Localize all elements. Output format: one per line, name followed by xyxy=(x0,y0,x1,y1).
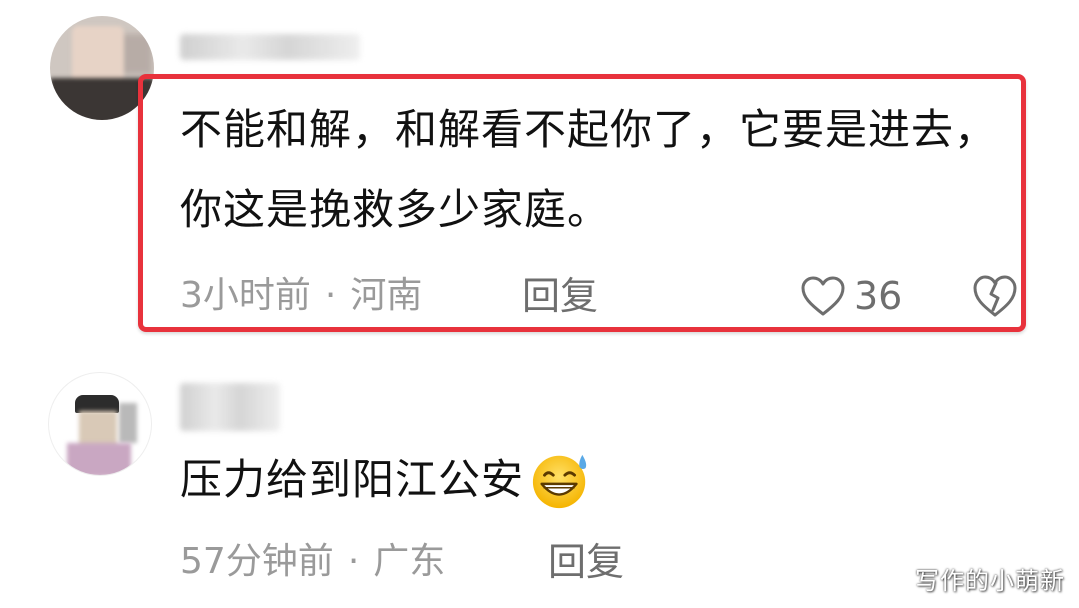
avatar-blur xyxy=(67,443,131,475)
username-blurred[interactable] xyxy=(180,383,280,431)
username-blurred[interactable] xyxy=(180,34,360,60)
reply-button[interactable]: 回复 xyxy=(522,272,598,320)
comment-meta: 3小时前 · 河南 xyxy=(180,272,422,320)
comment-time: 3小时前 xyxy=(180,275,311,316)
avatar[interactable] xyxy=(48,372,152,476)
comment-location: 河南 xyxy=(350,275,423,316)
grinning-sweat-emoji-icon xyxy=(532,454,587,509)
comment-text: 不能和解，和解看不起你了，它要是进去，你这是挽救多少家庭。 xyxy=(180,105,998,234)
broken-heart-icon[interactable] xyxy=(972,274,1018,318)
watermark: 写作的小萌新 xyxy=(915,567,1065,595)
comment-meta: 57分钟前 · 广东 xyxy=(180,538,445,586)
meta-separator: · xyxy=(324,275,337,316)
avatar-blur xyxy=(72,26,124,84)
comment-location: 广东 xyxy=(373,541,446,582)
comment-text: 压力给到阳江公安 xyxy=(180,455,525,504)
comment-text-row: 压力给到阳江公安 xyxy=(180,440,650,520)
heart-icon xyxy=(801,276,845,316)
comment-time: 57分钟前 xyxy=(180,541,334,582)
like-count: 36 xyxy=(854,274,903,318)
avatar-blur xyxy=(119,403,137,443)
like-button[interactable]: 36 xyxy=(800,272,902,320)
meta-separator: · xyxy=(347,541,360,582)
reply-button[interactable]: 回复 xyxy=(548,538,624,586)
